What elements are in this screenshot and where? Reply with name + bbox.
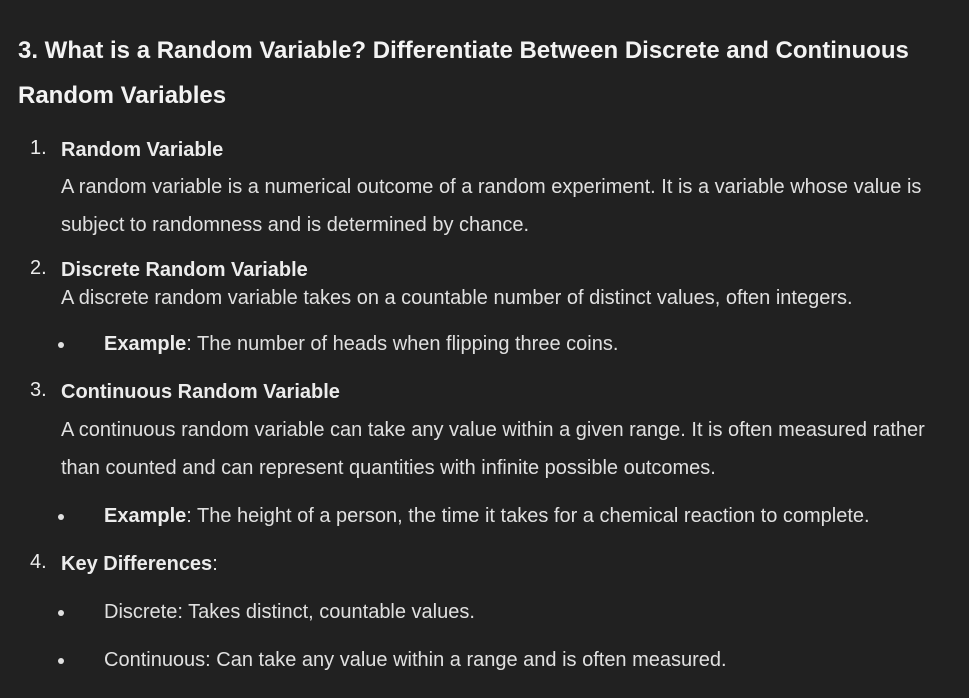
item-title: Continuous Random Variable bbox=[61, 381, 340, 403]
example-label: Example bbox=[104, 333, 187, 355]
item-title: Discrete Random Variable bbox=[61, 259, 308, 281]
bullet-dot-icon bbox=[58, 658, 64, 664]
bullet-item-discrete-example: Example: The number of heads when flippi… bbox=[18, 331, 969, 357]
bullet-item-continuous-example: Example: The height of a person, the tim… bbox=[18, 503, 969, 529]
example-label: Example bbox=[104, 505, 187, 527]
item-title: Random Variable bbox=[61, 139, 224, 161]
bullet-dot-icon bbox=[58, 514, 64, 520]
item-description: A continuous random variable can take an… bbox=[61, 419, 925, 479]
example-text: : The number of heads when flipping thre… bbox=[186, 333, 619, 355]
item-title-text: Key Differences bbox=[61, 553, 213, 575]
bullet-text: Continuous: Can take any value within a … bbox=[104, 649, 727, 671]
bullet-text: Discrete: Takes distinct, countable valu… bbox=[104, 601, 475, 623]
list-number: 4. bbox=[30, 551, 47, 573]
bullet-dot-icon bbox=[58, 342, 64, 348]
list-item-continuous-random-variable: 3. Continuous Random Variable A continuo… bbox=[18, 379, 969, 487]
item-description: A random variable is a numerical outcome… bbox=[61, 176, 922, 236]
item-description: A discrete random variable takes on a co… bbox=[61, 287, 853, 309]
section-heading: 3. What is a Random Variable? Differenti… bbox=[18, 37, 909, 109]
document-page: 3. What is a Random Variable? Differenti… bbox=[0, 0, 969, 698]
bullet-item-discrete-difference: Discrete: Takes distinct, countable valu… bbox=[18, 599, 969, 625]
bullet-item-continuous-difference: Continuous: Can take any value within a … bbox=[18, 647, 969, 673]
bullet-dot-icon bbox=[58, 610, 64, 616]
list-item-key-differences: 4. Key Differences: bbox=[18, 551, 969, 577]
list-item-random-variable: 1. Random Variable A random variable is … bbox=[18, 137, 969, 244]
item-title-colon: : bbox=[212, 553, 218, 575]
list-number: 3. bbox=[30, 379, 47, 401]
item-title: Key Differences: bbox=[61, 551, 969, 577]
list-number: 1. bbox=[30, 137, 47, 159]
list-number: 2. bbox=[30, 257, 47, 279]
list-item-discrete-random-variable: 2. Discrete Random Variable A discrete r… bbox=[18, 257, 969, 313]
example-text: : The height of a person, the time it ta… bbox=[186, 505, 870, 527]
